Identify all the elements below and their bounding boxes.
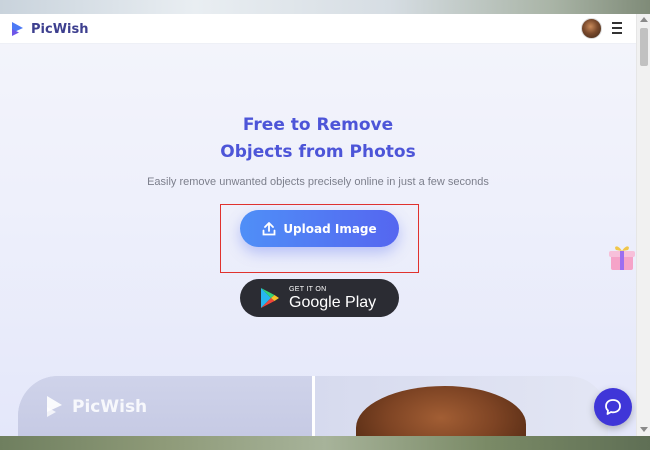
vertical-scrollbar[interactable]: [636, 14, 650, 436]
picwish-logo[interactable]: PicWish: [10, 18, 88, 40]
hero-subtitle: Easily remove unwanted objects precisely…: [147, 176, 489, 188]
gplay-small-text: GET IT ON: [289, 285, 327, 293]
chat-bubble-icon: [605, 399, 621, 415]
desktop-backdrop-top: [0, 0, 650, 14]
browser-page: PicWish Free to Remove Objects from Phot…: [0, 14, 650, 436]
brand-name: PicWish: [31, 21, 89, 37]
hero-section: Free to Remove Objects from Photos Easil…: [0, 44, 636, 436]
comparison-slider-handle[interactable]: [312, 376, 315, 436]
preview-watermark-logo: PicWish: [44, 394, 147, 420]
gift-box-icon[interactable]: [608, 242, 636, 272]
upload-image-button[interactable]: Upload Image: [240, 210, 399, 247]
before-after-preview: PicWish: [18, 376, 608, 436]
scroll-up-arrow-icon[interactable]: [640, 17, 648, 22]
google-play-button[interactable]: GET IT ON Google Play: [240, 279, 399, 317]
live-chat-button[interactable]: [594, 388, 632, 426]
top-navbar: PicWish: [0, 14, 636, 44]
scroll-thumb[interactable]: [640, 28, 648, 66]
picwish-logo-icon: [12, 22, 23, 36]
hero-title-line1: Free to Remove: [242, 115, 394, 135]
upload-button-label: Upload Image: [283, 221, 377, 236]
hamburger-menu-icon[interactable]: [612, 22, 624, 34]
upload-icon: [262, 221, 276, 235]
preview-watermark-text: PicWish: [72, 397, 148, 417]
hero-title-line2: Objects from Photos: [220, 142, 416, 162]
user-avatar[interactable]: [581, 18, 602, 39]
desktop-backdrop-bottom: [0, 436, 650, 450]
scroll-down-arrow-icon[interactable]: [640, 427, 648, 432]
picwish-watermark-icon: [47, 396, 62, 417]
google-play-icon: [261, 288, 279, 308]
gplay-big-text: Google Play: [289, 293, 377, 311]
preview-photo-subject: [356, 386, 526, 436]
